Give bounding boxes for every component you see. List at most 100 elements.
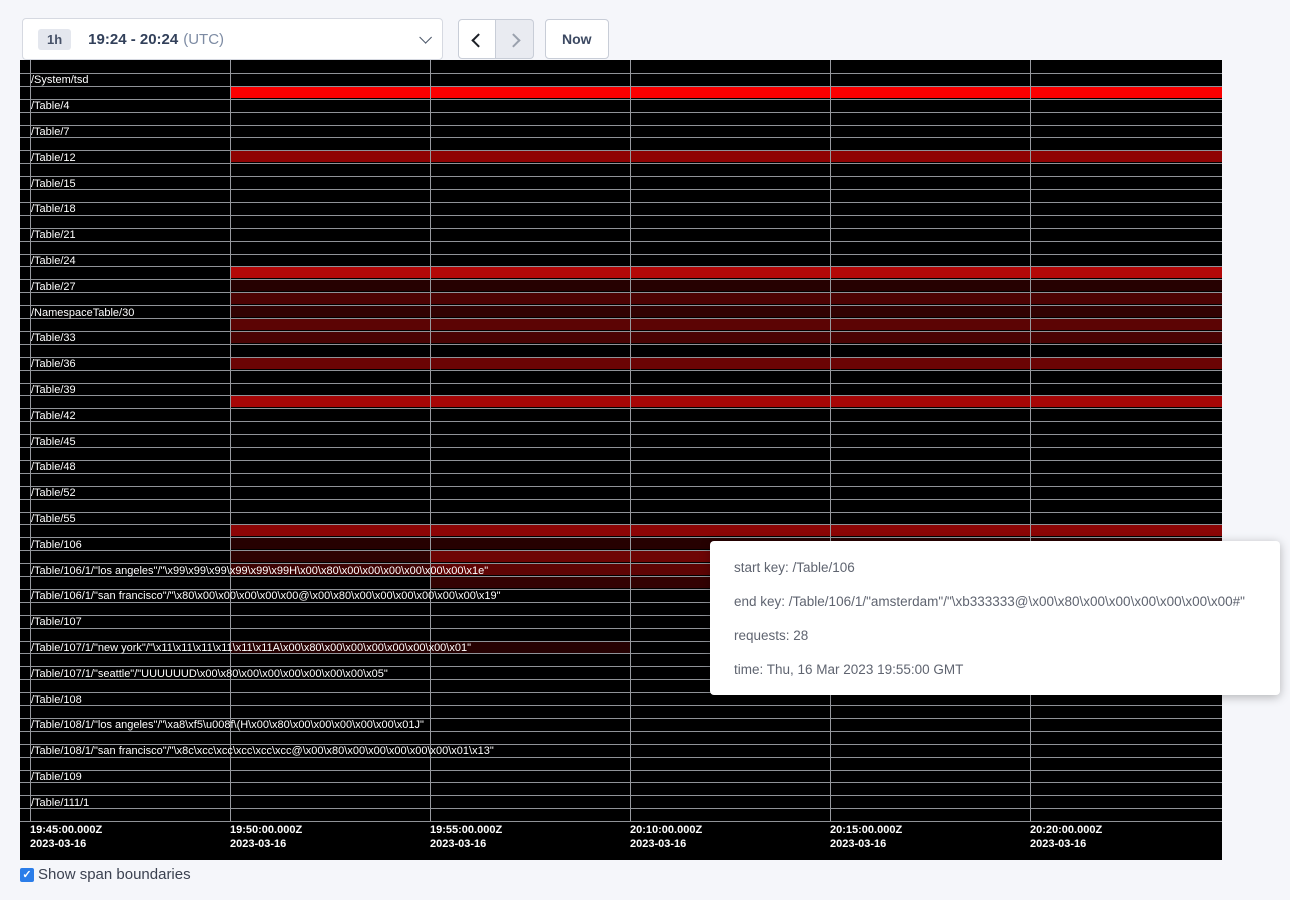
span-key-label: /Table/7 — [31, 126, 70, 138]
span-key-label: /Table/21 — [31, 229, 76, 241]
span-boundary-line — [20, 808, 1222, 809]
time-preset-chip: 1h — [38, 29, 71, 50]
heat-band[interactable] — [230, 280, 1222, 291]
span-boundary-line — [20, 370, 1222, 371]
next-interval-button-disabled[interactable] — [496, 19, 534, 59]
span-boundary-line — [20, 537, 1222, 538]
tooltip-time: time: Thu, 16 Mar 2023 19:55:00 GMT — [734, 653, 1280, 687]
span-key-label: /Table/39 — [31, 384, 76, 396]
span-boundary-line — [20, 202, 1222, 203]
heat-band[interactable] — [230, 306, 1222, 317]
time-range-selector[interactable]: 1h 19:24 - 20:24 (UTC) — [22, 18, 443, 60]
show-span-boundaries-label: Show span boundaries — [38, 866, 191, 883]
span-boundary-line — [20, 782, 1222, 783]
span-key-label: /Table/108/1/"san francisco"/"\x8c\xcc\x… — [31, 745, 494, 757]
span-boundary-line — [20, 266, 1222, 267]
span-boundary-line — [20, 189, 1222, 190]
span-key-label: /Table/106/1/"los angeles"/"\x99\x99\x99… — [31, 565, 488, 577]
show-span-boundaries-toggle[interactable]: ✓ Show span boundaries — [20, 866, 191, 883]
span-boundary-line — [20, 228, 1222, 229]
chevron-left-icon — [471, 33, 485, 47]
span-boundary-line — [20, 86, 1222, 87]
span-boundary-line — [20, 357, 1222, 358]
tooltip-end-key: end key: /Table/106/1/"amsterdam"/"\xb33… — [734, 585, 1280, 619]
time-tick-label: 20:10:00.000Z2023-03-16 — [630, 823, 702, 851]
span-boundary-line — [20, 150, 1222, 151]
tick-date: 2023-03-16 — [430, 837, 502, 851]
tick-time: 20:10:00.000Z — [630, 823, 702, 837]
span-key-label: /NamespaceTable/30 — [31, 307, 134, 319]
span-key-label: /Table/42 — [31, 410, 76, 422]
span-key-label: /Table/107 — [31, 616, 82, 628]
span-key-label: /Table/55 — [31, 513, 76, 525]
span-key-label: /Table/27 — [31, 281, 76, 293]
time-gridline — [230, 60, 231, 821]
time-nav-group — [458, 19, 534, 59]
heat-band[interactable] — [230, 358, 1222, 369]
span-boundary-line — [20, 292, 1222, 293]
span-key-label: /Table/15 — [31, 178, 76, 190]
span-boundary-line — [20, 163, 1222, 164]
span-boundary-line — [20, 112, 1222, 113]
span-boundary-line — [20, 395, 1222, 396]
tick-time: 20:20:00.000Z — [1030, 823, 1102, 837]
time-range-label: 19:24 - 20:24 — [88, 31, 178, 48]
heat-band[interactable] — [230, 396, 1222, 407]
time-gridline — [830, 60, 831, 821]
span-boundary-line — [20, 821, 1222, 822]
span-tooltip: start key: /Table/106 end key: /Table/10… — [710, 541, 1280, 695]
chevron-down-icon — [419, 31, 432, 44]
span-boundary-line — [20, 447, 1222, 448]
span-boundary-line — [20, 486, 1222, 487]
tick-time: 19:55:00.000Z — [430, 823, 502, 837]
heat-band[interactable] — [230, 267, 1222, 278]
span-key-label: /Table/24 — [31, 255, 76, 267]
now-button[interactable]: Now — [545, 19, 609, 59]
chevron-right-icon — [506, 33, 520, 47]
span-key-label: /Table/36 — [31, 358, 76, 370]
span-key-label: /Table/106 — [31, 539, 82, 551]
keyvis-canvas[interactable]: /System/tsd/Table/4/Table/7/Table/12/Tab… — [20, 60, 1222, 860]
span-key-label: /Table/108 — [31, 694, 82, 706]
tick-date: 2023-03-16 — [30, 837, 102, 851]
span-boundary-line — [20, 460, 1222, 461]
time-gridline — [630, 60, 631, 821]
span-boundary-line — [20, 137, 1222, 138]
heat-band[interactable] — [230, 525, 1222, 536]
span-boundary-line — [20, 241, 1222, 242]
span-key-label: /Table/12 — [31, 152, 76, 164]
span-boundary-line — [20, 421, 1222, 422]
span-boundary-line — [20, 795, 1222, 796]
checkbox-checked-icon[interactable]: ✓ — [20, 868, 34, 882]
heat-band[interactable] — [230, 551, 430, 562]
tooltip-requests: requests: 28 — [734, 619, 1280, 653]
tick-time: 19:50:00.000Z — [230, 823, 302, 837]
time-tick-label: 20:15:00.000Z2023-03-16 — [830, 823, 902, 851]
heat-band[interactable] — [230, 332, 1222, 343]
span-key-label: /Table/33 — [31, 332, 76, 344]
time-tick-label: 19:45:00.000Z2023-03-16 — [30, 823, 102, 851]
heat-band[interactable] — [230, 151, 1222, 162]
span-key-label: /Table/107/1/"seattle"/"UUUUUUD\x00\x80\… — [31, 668, 388, 680]
span-boundary-line — [20, 473, 1222, 474]
span-boundary-line — [20, 524, 1222, 525]
span-boundary-line — [20, 176, 1222, 177]
span-boundary-line — [20, 215, 1222, 216]
span-boundary-line — [20, 305, 1222, 306]
prev-interval-button[interactable] — [458, 19, 496, 59]
time-tick-label: 19:50:00.000Z2023-03-16 — [230, 823, 302, 851]
span-boundary-line — [20, 705, 1222, 706]
heat-band[interactable] — [230, 293, 1222, 304]
time-tick-label: 19:55:00.000Z2023-03-16 — [430, 823, 502, 851]
span-boundary-line — [20, 434, 1222, 435]
heat-band[interactable] — [230, 319, 1222, 330]
span-boundary-line — [20, 344, 1222, 345]
span-key-label: /Table/107/1/"new york"/"\x11\x11\x11\x1… — [31, 642, 471, 654]
span-key-label: /System/tsd — [31, 74, 88, 86]
tooltip-start-key: start key: /Table/106 — [734, 551, 1280, 585]
heat-band[interactable] — [230, 87, 1222, 98]
span-boundary-line — [20, 99, 1222, 100]
span-boundary-line — [20, 512, 1222, 513]
span-boundary-line — [20, 73, 1222, 74]
span-key-label: /Table/109 — [31, 771, 82, 783]
